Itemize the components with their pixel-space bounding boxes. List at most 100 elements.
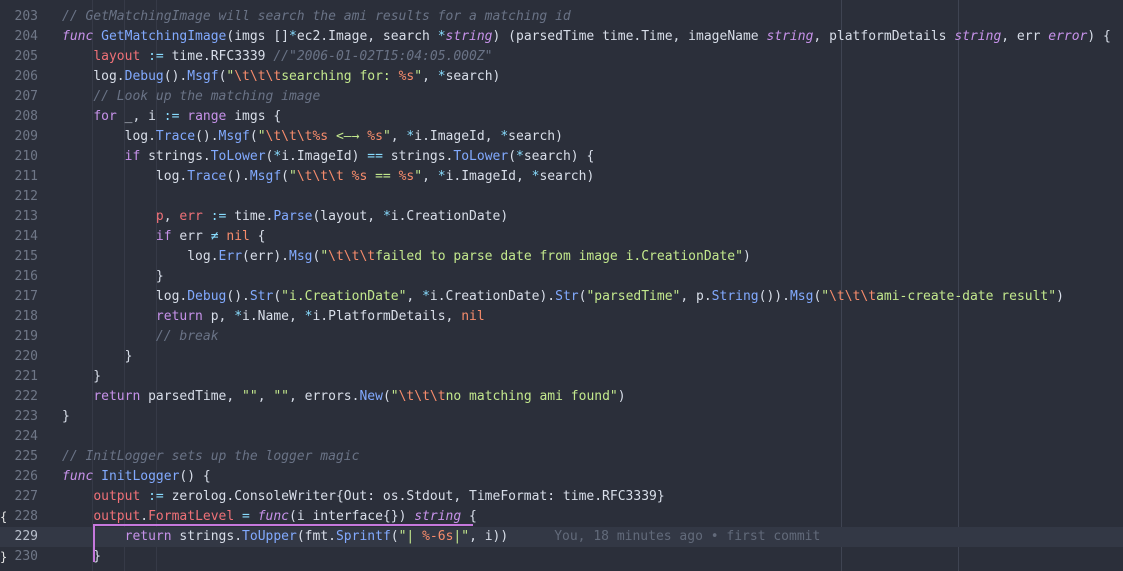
code-text[interactable]: } [62, 347, 133, 367]
code-line[interactable]: 225 // InitLogger sets up the logger magi… [0, 447, 1123, 467]
code-token: %s [398, 169, 415, 184]
code-line[interactable]: 213 p, err := time.Parse(layout, *i.Crea… [0, 207, 1123, 227]
code-line[interactable]: 218 return p, *i.Name, *i.PlatformDetail… [0, 307, 1123, 327]
code-text[interactable]: p, err := time.Parse(layout, *i.Creation… [62, 207, 508, 227]
code-token: (fmt. [296, 529, 336, 544]
line-number: 206 [14, 69, 38, 84]
code-token: ami-create-date result" [876, 289, 1057, 304]
line-number: 229 [14, 529, 38, 544]
code-line[interactable]: 223} [0, 407, 1123, 427]
code-token: String [711, 289, 759, 304]
code-token: // Look up the matching image [93, 89, 321, 104]
code-text[interactable]: return p, *i.Name, *i.PlatformDetails, n… [62, 307, 485, 327]
line-number: 214 [14, 229, 38, 244]
code-token: ) [1056, 289, 1064, 304]
line-number: 218 [14, 309, 38, 324]
code-token: := [140, 489, 172, 504]
code-line[interactable]: 227 output := zerolog.ConsoleWriter{Out:… [0, 487, 1123, 507]
code-token: ( [281, 169, 289, 184]
line-number: 215 [14, 249, 38, 264]
code-text[interactable]: // InitLogger sets up the logger magic [62, 447, 359, 467]
code-text[interactable]: if strings.ToLower(*i.ImageId) == string… [62, 147, 595, 167]
code-token: parsedTime, [140, 389, 243, 404]
code-text[interactable]: // break [62, 327, 219, 347]
line-number: 213 [14, 209, 38, 224]
code-line[interactable]: 212 [0, 187, 1123, 207]
code-line[interactable]: 205 layout := time.RFC3339 //"2006-01-02… [0, 47, 1123, 67]
code-token: ) [742, 249, 751, 264]
code-line[interactable]: {228 output.FormatLevel = func(i interfa… [0, 507, 1123, 527]
code-token: , [257, 389, 274, 404]
code-token: func [62, 469, 102, 484]
code-token: (). [226, 169, 250, 184]
code-text[interactable]: func GetMatchingImage(imgs []*ec2.Image,… [62, 27, 1111, 47]
code-line[interactable]: 203 // GetMatchingImage will search the a… [0, 7, 1123, 27]
code-line[interactable]: 207 // Look up the matching image [0, 87, 1123, 107]
code-line[interactable]: 211 log.Trace().Msgf("\t\t\t %s == %s", … [0, 167, 1123, 187]
code-token: // GetMatchingImage will search the ami … [62, 9, 571, 24]
code-token: search) [508, 129, 563, 144]
code-text[interactable]: layout := time.RFC3339 //"2006-01-02T15:… [62, 47, 492, 67]
code-line[interactable]: 210 if strings.ToLower(*i.ImageId) == st… [0, 147, 1123, 167]
code-token: i.ImageId) [281, 149, 368, 164]
code-line[interactable]: 208 for _, i := range imgs { [0, 107, 1123, 127]
code-text[interactable]: } [62, 367, 101, 387]
code-line[interactable]: 206 log.Debug().Msgf("\t\t\tsearching fo… [0, 67, 1123, 87]
code-text[interactable]: log.Err(err).Msg("\t\t\tfailed to parse … [62, 247, 751, 267]
code-line[interactable]: 217 log.Debug().Str("i.CreationDate", *i… [0, 287, 1123, 307]
code-token: Str [555, 289, 579, 304]
code-token: := [202, 209, 235, 224]
code-line[interactable]: 214 if err ≠ nil { [0, 227, 1123, 247]
code-text[interactable]: output := zerolog.ConsoleWriter{Out: os.… [62, 487, 664, 507]
code-token: i.CreationDate). [429, 289, 556, 304]
code-text[interactable]: return parsedTime, "", "", errors.New("\… [62, 387, 626, 407]
code-line[interactable]: 219 // break [0, 327, 1123, 347]
code-line[interactable]: 224 [0, 427, 1123, 447]
code-token: } [62, 409, 70, 424]
code-token: Debug [124, 69, 164, 84]
code-text[interactable]: // GetMatchingImage will search the ami … [62, 7, 571, 27]
code-text[interactable]: log.Trace().Msgf("\t\t\t %s == %s", *i.I… [62, 167, 594, 187]
git-blame-annotation: You, 18 minutes ago • first commit [554, 529, 821, 544]
code-line[interactable]: 216 } [0, 267, 1123, 287]
code-line[interactable]: 220 } [0, 347, 1123, 367]
code-token: (err). [242, 249, 289, 264]
code-token: " [257, 129, 266, 144]
code-token: "" [273, 389, 289, 404]
code-text[interactable]: if err ≠ nil { [62, 227, 266, 247]
code-token: searching for: [281, 69, 399, 84]
code-token: } [62, 549, 102, 564]
code-line[interactable]: 204 func GetMatchingImage(imgs []*ec2.Ima… [0, 27, 1123, 47]
code-text[interactable]: } [62, 407, 70, 427]
code-text[interactable]: for _, i := range imgs { [62, 107, 281, 127]
code-text[interactable]: } [62, 267, 164, 287]
code-text[interactable]: log.Debug().Msgf("\t\t\tsearching for: %… [62, 67, 500, 87]
code-editor[interactable]: 203 // GetMatchingImage will search the a… [0, 0, 1123, 571]
code-line[interactable]: 215 log.Err(err).Msg("\t\t\tfailed to pa… [0, 247, 1123, 267]
code-line[interactable]: 229 return strings.ToUpper(fmt.Sprintf("… [0, 527, 1123, 547]
code-text[interactable]: func InitLogger() { [62, 467, 211, 487]
code-token: i.ImageId, [445, 169, 532, 184]
code-text[interactable]: // Look up the matching image [62, 87, 320, 107]
code-token: () { [179, 469, 211, 484]
code-token: * [289, 29, 297, 44]
code-line[interactable]: 221 } [0, 367, 1123, 387]
code-token: output [93, 509, 141, 524]
code-token: InitLogger [101, 469, 180, 484]
code-text[interactable]: log.Debug().Str("i.CreationDate", *i.Cre… [62, 287, 1064, 307]
code-text[interactable]: output.FormatLevel = func(i interface{})… [62, 507, 477, 527]
line-number: 216 [14, 269, 38, 284]
code-line[interactable]: 226 func InitLogger() { [0, 467, 1123, 487]
code-line[interactable]: 209 log.Trace().Msgf("\t\t\t%s <—→ %s", … [0, 127, 1123, 147]
code-line[interactable]: 222 return parsedTime, "", "", errors.Ne… [0, 387, 1123, 407]
code-token: Trace [187, 169, 227, 184]
code-text[interactable]: return strings.ToUpper(fmt.Sprintf("| %-… [62, 527, 821, 547]
line-number: 230 [14, 549, 38, 564]
code-text[interactable]: log.Trace().Msgf("\t\t\t%s <—→ %s", *i.I… [62, 127, 563, 147]
code-line[interactable]: } 230 } [0, 547, 1123, 567]
code-text[interactable]: } [62, 547, 101, 567]
code-token: ) [617, 389, 626, 404]
code-token: Str [249, 289, 274, 304]
